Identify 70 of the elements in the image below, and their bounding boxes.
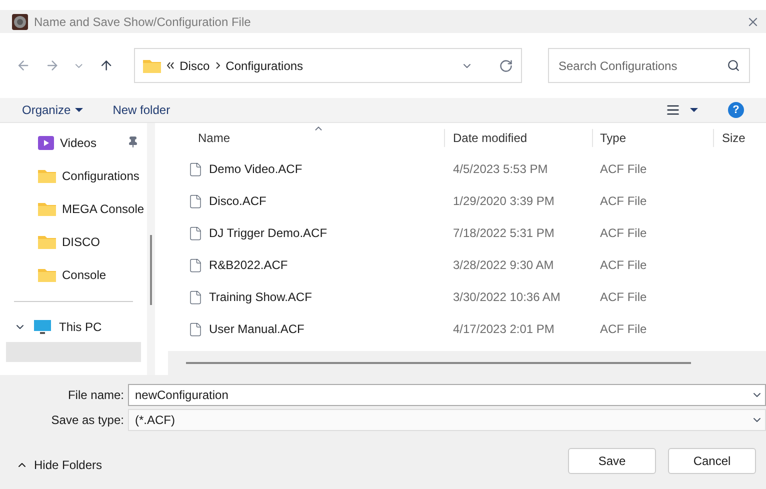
type-dropdown[interactable]: (*.ACF) — [128, 409, 766, 431]
column-header[interactable]: Name — [168, 129, 445, 147]
new-folder-button[interactable]: New folder — [112, 101, 170, 119]
type-cell-text: ACF File — [599, 321, 648, 338]
file-icon — [188, 290, 203, 304]
date-cell-text: 3/28/2022 9:30 AM — [452, 257, 555, 274]
file-icon — [188, 194, 203, 208]
file-name[interactable]: Disco.ACF — [209, 192, 266, 210]
date-cell-text: 1/29/2020 3:39 PM — [452, 193, 556, 210]
sidebar-item[interactable]: DISCO — [0, 225, 147, 258]
forward-icon[interactable] — [44, 58, 60, 73]
view-icon[interactable] — [666, 103, 680, 117]
folder-icon — [38, 202, 56, 216]
type-cell-text: ACF File — [599, 257, 648, 274]
breadcrumb[interactable]: Configurations — [226, 56, 304, 74]
back-icon[interactable] — [16, 58, 31, 73]
sidebar-item[interactable]: MEGA Console — [0, 192, 147, 225]
column-header[interactable]: Type — [593, 129, 714, 147]
double-chevron-icon[interactable] — [166, 62, 174, 69]
caret-icon[interactable] — [690, 108, 698, 112]
file-icon — [188, 322, 203, 336]
field-label: File name: — [66, 387, 125, 404]
sidebar-item[interactable]: This PC — [0, 312, 147, 342]
help-button[interactable]: ? — [728, 102, 744, 118]
organize-button[interactable]: Organize — [22, 101, 83, 119]
type-cell-text: ACF File — [599, 161, 648, 178]
file-name[interactable]: Training Show.ACF — [209, 288, 312, 306]
folder-icon — [38, 168, 56, 182]
date-cell-text: 4/5/2023 5:53 PM — [452, 161, 549, 178]
file-icon — [188, 162, 203, 176]
cancel-button[interactable]: Cancel — [668, 448, 756, 474]
file-icon — [188, 226, 203, 240]
address-bar[interactable]: Disco Configurations — [134, 48, 522, 83]
type-cell-text: ACF File — [599, 225, 648, 242]
column-header[interactable]: Date modified — [445, 129, 593, 147]
sidebar-item[interactable]: Configurations — [0, 159, 147, 192]
folder-icon — [38, 234, 56, 248]
date-cell-text: 4/17/2023 2:01 PM — [452, 321, 556, 338]
type-cell-text: ACF File — [599, 193, 648, 210]
column-header[interactable]: Size — [714, 129, 766, 147]
search-field[interactable]: Search Configurations — [548, 48, 750, 83]
refresh-icon[interactable] — [499, 58, 514, 72]
file-name-field[interactable]: newConfiguration — [128, 384, 766, 406]
date-cell-text: 3/30/2022 10:36 AM — [452, 289, 562, 306]
chevron-icon[interactable] — [216, 62, 220, 69]
caret-icon — [74, 108, 83, 112]
field-label: Save as type: — [50, 412, 125, 429]
monitor-icon — [34, 320, 51, 334]
scrollbar[interactable] — [150, 235, 152, 305]
sidebar-item[interactable]: Console — [0, 258, 147, 291]
file-name[interactable]: DJ Trigger Demo.ACF — [209, 224, 328, 242]
up-icon[interactable] — [99, 58, 114, 73]
type-cell-text: ACF File — [599, 289, 648, 306]
search-icon[interactable] — [727, 59, 740, 72]
video-icon — [38, 136, 54, 150]
sidebar-item[interactable]: Videos — [0, 126, 147, 159]
scrollbar[interactable] — [186, 362, 691, 364]
file-name[interactable]: R&B2022.ACF — [209, 256, 288, 274]
window-title: Name and Save Show/Configuration File — [34, 14, 252, 30]
folder-icon — [142, 58, 161, 72]
date-cell-text: 7/18/2022 5:31 PM — [452, 225, 556, 242]
file-icon — [188, 258, 203, 272]
app-icon — [12, 14, 28, 30]
file-name[interactable]: Demo Video.ACF — [209, 160, 302, 178]
save-button[interactable]: Save — [568, 448, 656, 474]
folder-icon — [38, 268, 56, 282]
hide-folders-button[interactable]: Hide Folders — [16, 456, 102, 474]
pin-icon — [127, 136, 139, 148]
breadcrumb[interactable]: Disco — [180, 56, 210, 74]
file-name[interactable]: User Manual.ACF — [209, 320, 304, 338]
